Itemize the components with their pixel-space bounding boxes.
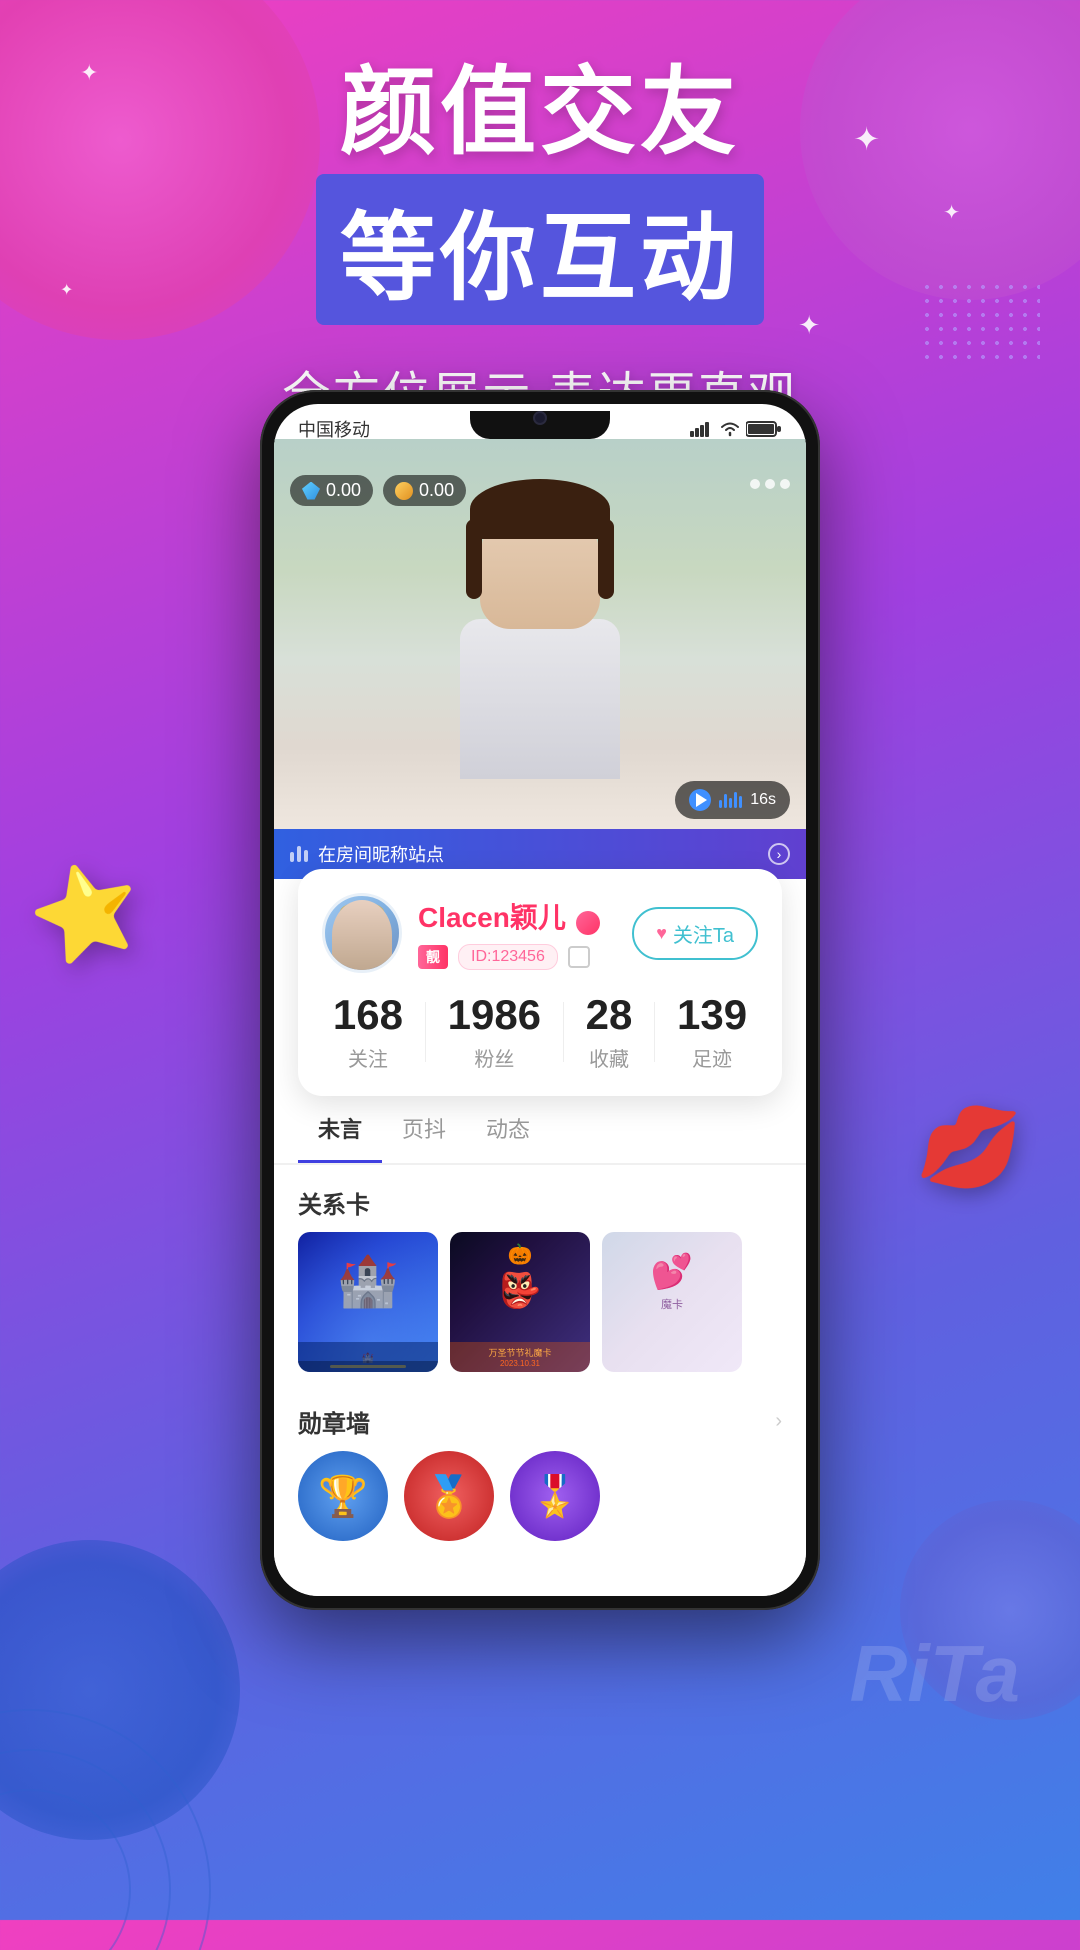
phone-screen: 中国移动 <box>274 404 806 1596</box>
wave-bar-2 <box>724 794 727 808</box>
phone-notch <box>470 411 610 439</box>
tab-weiyuan[interactable]: 未言 <box>298 1096 382 1163</box>
following-label: 关注 <box>333 1043 403 1072</box>
battery-icon <box>746 420 782 438</box>
diamond-icon <box>302 482 320 500</box>
avatar <box>322 893 402 973</box>
diamond-badge: 0.00 <box>290 475 373 506</box>
medal-badge-2: 🏅 <box>404 1451 494 1541</box>
stat-divider-1 <box>425 1002 426 1062</box>
profile-header: Clacen颖儿 靓 ID:123456 ♥ 关注Ta <box>322 893 758 973</box>
copy-id-button[interactable] <box>568 946 590 968</box>
relation-cards-row: 🏰 🏰 🎃 👺 万圣节节礼魔卡 2023.10.31 <box>274 1232 806 1388</box>
footprint-count: 139 <box>677 991 747 1039</box>
tab-pagepoke[interactable]: 页抖 <box>382 1096 466 1163</box>
follow-label: 关注Ta <box>673 919 734 948</box>
video-area: 0.00 0.00 <box>274 439 806 879</box>
playback-time: 16s <box>750 791 776 809</box>
followers-label: 粉丝 <box>448 1043 541 1072</box>
relation-card-3[interactable]: 💕 魔卡 <box>602 1232 742 1372</box>
favorites-label: 收藏 <box>586 1043 633 1072</box>
wave-bar-4 <box>734 792 737 808</box>
coin-badges: 0.00 0.00 <box>290 475 466 506</box>
footprint-label: 足迹 <box>677 1043 747 1072</box>
signal-icon <box>690 421 714 437</box>
arc-circles-decoration <box>0 1690 230 1950</box>
heart-icon: ♥ <box>656 923 667 944</box>
dot-3 <box>780 479 790 489</box>
profile-name: Clacen颖儿 <box>418 902 566 933</box>
profile-info: Clacen颖儿 靓 ID:123456 <box>418 896 616 970</box>
profile-tabs: 未言 页抖 动态 <box>274 1096 806 1165</box>
dot-1 <box>750 479 760 489</box>
medal-badge-1: 🏆 <box>298 1451 388 1541</box>
bar-3 <box>304 850 308 862</box>
medal-section-title: 勋章墙 <box>298 1404 370 1439</box>
phone-mockup: 中国移动 <box>180 390 900 1610</box>
play-button[interactable] <box>689 789 711 811</box>
stat-divider-3 <box>654 1002 655 1062</box>
gold-badge: 0.00 <box>383 475 466 506</box>
stat-divider-2 <box>563 1002 564 1062</box>
following-count: 168 <box>333 991 403 1039</box>
stat-following: 168 关注 <box>333 991 403 1072</box>
banner-arrow-icon[interactable]: › <box>768 843 790 865</box>
profile-card: Clacen颖儿 靓 ID:123456 ♥ 关注Ta <box>298 869 782 1096</box>
avatar-figure <box>332 900 392 970</box>
badges-row: 🏆 🏅 🎖️ <box>274 1451 806 1561</box>
wifi-icon <box>720 421 740 437</box>
camera-cutout <box>533 411 547 425</box>
medal-section-row: 勋章墙 › <box>274 1388 806 1451</box>
relation-card-2[interactable]: 🎃 👺 万圣节节礼魔卡 2023.10.31 <box>450 1232 590 1372</box>
profile-id-row: 靓 ID:123456 <box>418 944 616 970</box>
carrier-label: 中国移动 <box>298 416 370 442</box>
phone-frame: 中国移动 <box>260 390 820 1610</box>
bar-2 <box>297 846 301 862</box>
dot-2 <box>765 479 775 489</box>
followers-count: 1986 <box>448 991 541 1039</box>
user-id-badge: ID:123456 <box>458 944 558 970</box>
stat-followers: 1986 粉丝 <box>448 991 541 1072</box>
relation-card-section-title: 关系卡 <box>274 1165 806 1232</box>
play-triangle-icon <box>696 793 707 807</box>
profile-name-icon <box>576 911 600 935</box>
stat-footprint: 139 足迹 <box>677 991 747 1072</box>
follow-button[interactable]: ♥ 关注Ta <box>632 907 758 960</box>
tab-dongtai[interactable]: 动态 <box>466 1096 550 1163</box>
wave-bar-5 <box>739 796 742 808</box>
stats-row: 168 关注 1986 粉丝 28 收藏 139 <box>322 991 758 1072</box>
profile-name-row: Clacen颖儿 <box>418 896 616 936</box>
banner-text: 在房间昵称站点 <box>318 841 758 867</box>
waveform-display <box>719 792 742 808</box>
status-icons <box>690 420 782 438</box>
medal-badge-3: 🎖️ <box>510 1451 600 1541</box>
wave-bar-1 <box>719 800 722 808</box>
bar-1 <box>290 852 294 862</box>
beauty-badge: 靓 <box>418 945 448 969</box>
gold-icon <box>395 482 413 500</box>
gold-amount: 0.00 <box>419 480 454 501</box>
wave-bar-3 <box>729 798 732 808</box>
hero-title-line1: 颜值交友 <box>0 60 1080 166</box>
person-silhouette <box>450 499 630 779</box>
banner-bars-icon <box>290 846 308 862</box>
lips-decoration: 💋 <box>913 1092 1027 1202</box>
phone-lower-content: 未言 页抖 动态 关系卡 🏰 🏰 <box>274 1096 806 1596</box>
medal-arrow-icon[interactable]: › <box>775 1410 782 1433</box>
favorites-count: 28 <box>586 991 633 1039</box>
stat-favorites: 28 收藏 <box>586 991 633 1072</box>
video-menu-dots[interactable] <box>750 479 790 489</box>
playback-control[interactable]: 16s <box>675 781 790 819</box>
star-3d-decoration: ⭐ <box>18 847 153 977</box>
rita-watermark: RiTa <box>850 1628 1020 1720</box>
relation-card-1[interactable]: 🏰 🏰 <box>298 1232 438 1372</box>
diamond-amount: 0.00 <box>326 480 361 501</box>
hero-title-line2: 等你互动 <box>316 174 764 325</box>
hero-section: 颜值交友 等你互动 全方位展示 表达更直观 <box>0 60 1080 425</box>
